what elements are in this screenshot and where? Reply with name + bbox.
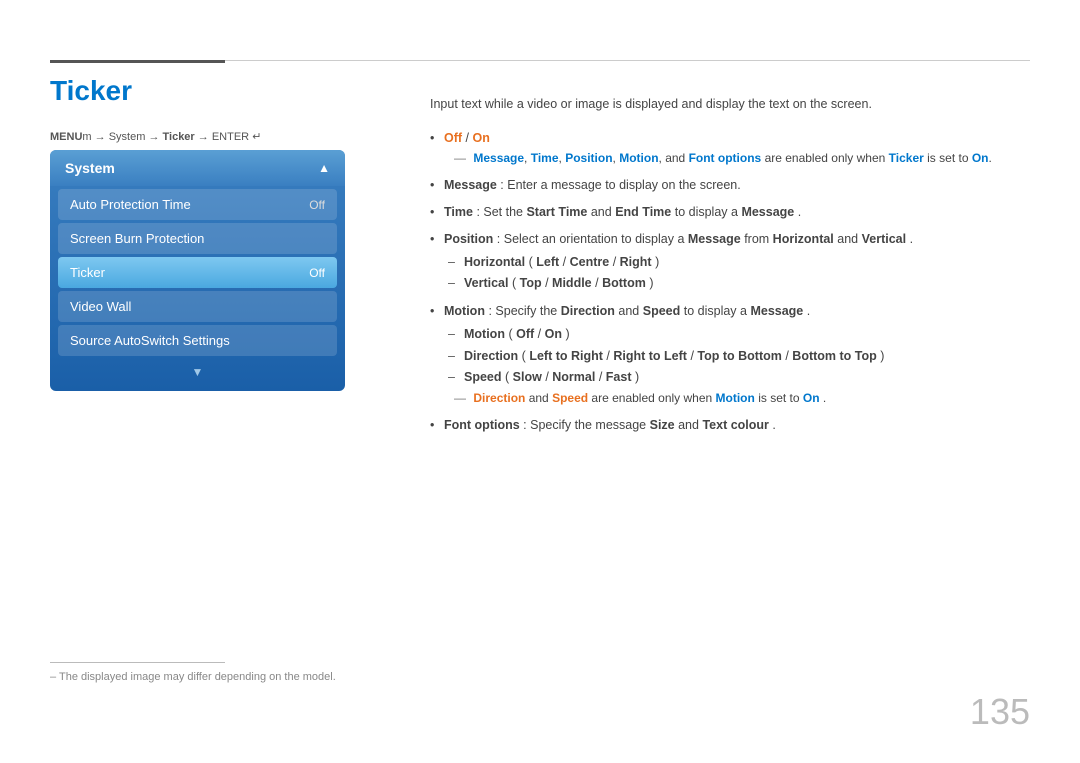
sub-horizontal: Horizontal ( Left / Centre / Right ) xyxy=(444,252,1030,273)
menu-item-ticker[interactable]: Ticker Off xyxy=(58,257,337,288)
sub-direction: Direction ( Left to Right / Right to Lef… xyxy=(444,346,1030,367)
breadcrumb-system: System xyxy=(109,131,146,143)
menu-item-video-wall[interactable]: Video Wall xyxy=(58,291,337,322)
page-title: Ticker xyxy=(50,75,132,107)
breadcrumb-enter: ENTER ↵ xyxy=(212,131,262,143)
note-ticker-on: — Message, Time, Position, Motion, and F… xyxy=(454,151,992,165)
bullet-font-options: Font options : Specify the message Size … xyxy=(430,415,1030,435)
menu-item-label: Ticker xyxy=(70,265,105,280)
menu-item-screen-burn[interactable]: Screen Burn Protection xyxy=(58,223,337,254)
motion-sub-list: Motion ( Off / On ) Direction ( Left to … xyxy=(444,324,1030,388)
position-sub-list: Horizontal ( Left / Centre / Right ) Ver… xyxy=(444,252,1030,295)
bullet-off-on: Off / On — Message, Time, Position, Moti… xyxy=(430,128,1030,168)
system-panel-header: System ▲ xyxy=(50,150,345,186)
footer-divider xyxy=(50,662,225,663)
breadcrumb: MENUm → System → Ticker → ENTER ↵ xyxy=(50,130,261,143)
sub-vertical: Vertical ( Top / Middle / Bottom ) xyxy=(444,273,1030,294)
menu-item-label: Video Wall xyxy=(70,299,131,314)
bullet-position: Position : Select an orientation to disp… xyxy=(430,229,1030,295)
page-number: 135 xyxy=(970,691,1030,733)
sub-speed: Speed ( Slow / Normal / Fast ) xyxy=(444,367,1030,388)
note-direction-speed: — Direction and Speed are enabled only w… xyxy=(454,391,826,405)
breadcrumb-menu: MENUm xyxy=(50,131,92,143)
menu-item-auto-protection[interactable]: Auto Protection Time Off xyxy=(58,189,337,220)
arrow-up-icon: ▲ xyxy=(318,161,330,175)
arrow-down-icon: ▼ xyxy=(192,365,204,379)
sub-motion-toggle: Motion ( Off / On ) xyxy=(444,324,1030,345)
menu-item-label: Screen Burn Protection xyxy=(70,231,204,246)
top-border-accent xyxy=(50,60,225,63)
bullet-list: Off / On — Message, Time, Position, Moti… xyxy=(430,128,1030,435)
text-off: Off xyxy=(444,131,462,145)
system-panel-title: System xyxy=(65,160,115,176)
content-area: Input text while a video or image is dis… xyxy=(430,95,1030,442)
bullet-message: Message : Enter a message to display on … xyxy=(430,175,1030,195)
bullet-time: Time : Set the Start Time and End Time t… xyxy=(430,202,1030,222)
menu-item-label: Source AutoSwitch Settings xyxy=(70,333,230,348)
system-panel: System ▲ Auto Protection Time Off Screen… xyxy=(50,150,345,391)
menu-item-label: Auto Protection Time xyxy=(70,197,191,212)
arrow-down-container: ▼ xyxy=(50,359,345,381)
footer-note: – The displayed image may differ dependi… xyxy=(50,662,350,683)
footer-note-text: – The displayed image may differ dependi… xyxy=(50,671,350,683)
menu-item-value: Off xyxy=(309,266,325,280)
menu-item-source-autoswitch[interactable]: Source AutoSwitch Settings xyxy=(58,325,337,356)
bullet-motion: Motion : Specify the Direction and Speed… xyxy=(430,301,1030,408)
breadcrumb-ticker: Ticker xyxy=(163,131,195,143)
menu-item-value: Off xyxy=(309,198,325,212)
intro-text: Input text while a video or image is dis… xyxy=(430,95,1030,114)
text-on: On xyxy=(473,131,490,145)
